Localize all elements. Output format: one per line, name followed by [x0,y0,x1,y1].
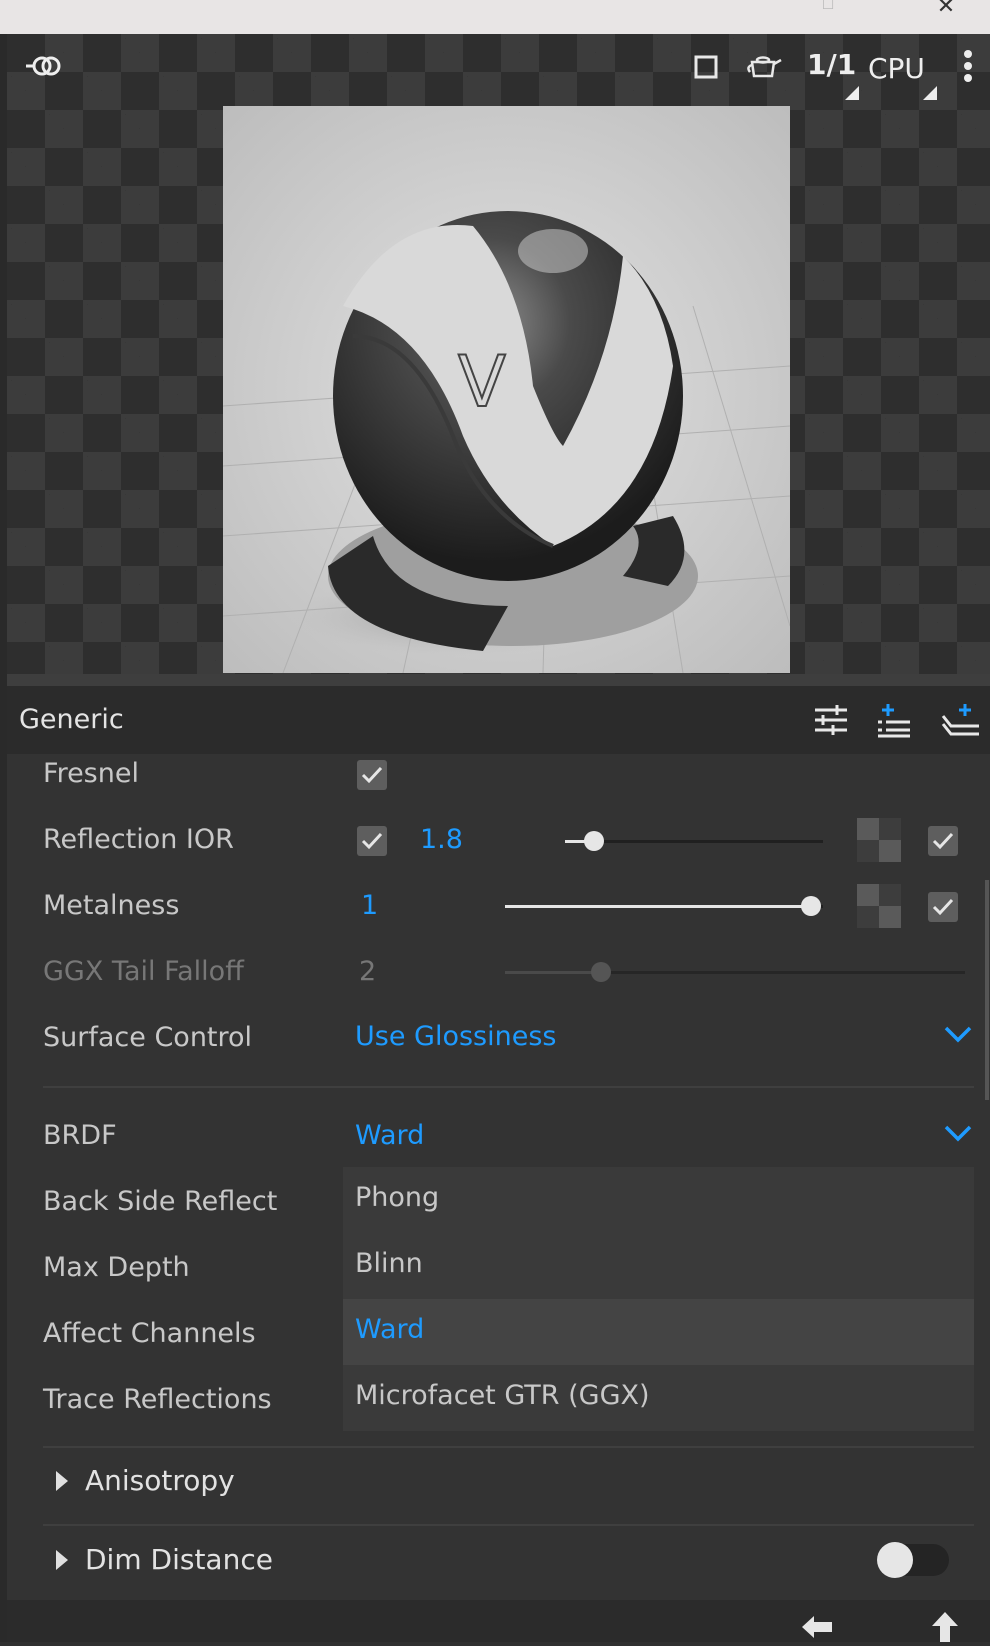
more-options-icon[interactable] [962,48,974,88]
expand-triangle-icon[interactable] [56,1550,68,1570]
metalness-slider-fill [505,905,811,908]
section-separator [43,1524,974,1526]
fresnel-checkbox[interactable] [357,760,387,790]
reflection-ior-value[interactable]: 1.8 [420,824,463,855]
expand-triangle-icon[interactable] [56,1471,68,1491]
section-separator [43,1086,974,1088]
engine-corner-icon [923,86,937,100]
ggx-tail-falloff-slider-thumb [591,962,611,982]
panel-header: Generic [7,686,990,754]
panel-title: Generic [19,704,124,735]
brdf-option-ward[interactable]: Ward [343,1299,974,1365]
back-arrow-icon[interactable] [800,1612,834,1646]
brdf-chevron-down-icon[interactable] [943,1121,973,1149]
dim-distance-toggle[interactable] [877,1542,949,1578]
ggx-tail-falloff-slider-fill [505,971,601,974]
brdf-dropdown-menu: Phong Blinn Ward Microfacet GTR (GGX) [343,1167,974,1431]
anisotropy-section-header[interactable]: Anisotropy [85,1464,235,1497]
toggle-knob [877,1542,913,1578]
reflection-ior-slider-thumb[interactable] [584,831,604,851]
option-label: Phong [355,1182,440,1213]
resolution-dropdown[interactable]: 1/1 [807,48,856,81]
panel-footer [7,1600,990,1642]
resolution-label: 1/1 [807,48,857,81]
metalness-value[interactable]: 1 [361,890,378,921]
ggx-tail-falloff-slider-track [505,962,965,982]
section-separator [43,1446,974,1448]
adjust-sliders-icon[interactable] [811,702,851,738]
window-titlebar: ☐ ✕ [0,0,990,34]
brdf-option-ggx[interactable]: Microfacet GTR (GGX) [343,1365,974,1431]
ggx-tail-falloff-value: 2 [359,956,377,987]
properties-scrollbar[interactable] [985,880,989,1100]
reflection-ior-checkbox[interactable] [357,826,387,856]
surface-control-dropdown[interactable]: Use Glossiness [355,1021,556,1052]
brdf-option-phong[interactable]: Phong [343,1167,974,1233]
reflection-ior-map-checkbox[interactable] [928,826,958,856]
trace-reflections-label: Trace Reflections [43,1384,272,1415]
add-to-library-icon[interactable] [939,702,979,738]
svg-text:V: V [458,341,506,423]
up-arrow-icon[interactable] [930,1610,960,1646]
option-label: Ward [355,1314,425,1345]
metalness-slider-track[interactable] [505,896,823,916]
render-region-icon[interactable] [693,54,719,84]
left-edge [0,34,7,1642]
max-depth-label: Max Depth [43,1252,190,1283]
ggx-tail-falloff-label: GGX Tail Falloff [43,956,244,987]
affect-channels-label: Affect Channels [43,1318,256,1349]
surface-control-chevron-down-icon[interactable] [943,1022,973,1050]
metalness-slider-thumb[interactable] [801,896,821,916]
engine-dropdown[interactable]: CPU [868,52,925,85]
add-layer-icon[interactable] [874,702,914,738]
fresnel-label: Fresnel [43,758,139,789]
metalness-map-checkbox[interactable] [928,892,958,922]
option-label: Microfacet GTR (GGX) [355,1380,650,1411]
back-side-reflect-label: Back Side Reflect [43,1186,278,1217]
close-icon[interactable]: ✕ [928,0,964,20]
brdf-dropdown[interactable]: Ward [355,1120,424,1151]
reflection-ior-texture-slot[interactable] [857,818,901,862]
preview-divider[interactable] [7,674,990,686]
dim-distance-section-header[interactable]: Dim Distance [85,1543,273,1576]
metalness-texture-slot[interactable] [857,884,901,928]
vray-logo-icon[interactable] [23,48,63,88]
brdf-option-blinn[interactable]: Blinn [343,1233,974,1299]
reflection-ior-label: Reflection IOR [43,824,234,855]
option-label: Blinn [355,1248,423,1279]
maximize-icon[interactable]: ☐ [810,0,846,18]
teapot-icon[interactable] [744,52,784,86]
material-render-image: V [223,106,790,673]
brdf-label: BRDF [43,1120,117,1151]
reflection-ior-slider-track[interactable] [565,831,823,851]
surface-control-label: Surface Control [43,1022,253,1053]
engine-label: CPU [868,52,925,85]
metalness-label: Metalness [43,890,180,921]
resolution-corner-icon [845,86,859,100]
